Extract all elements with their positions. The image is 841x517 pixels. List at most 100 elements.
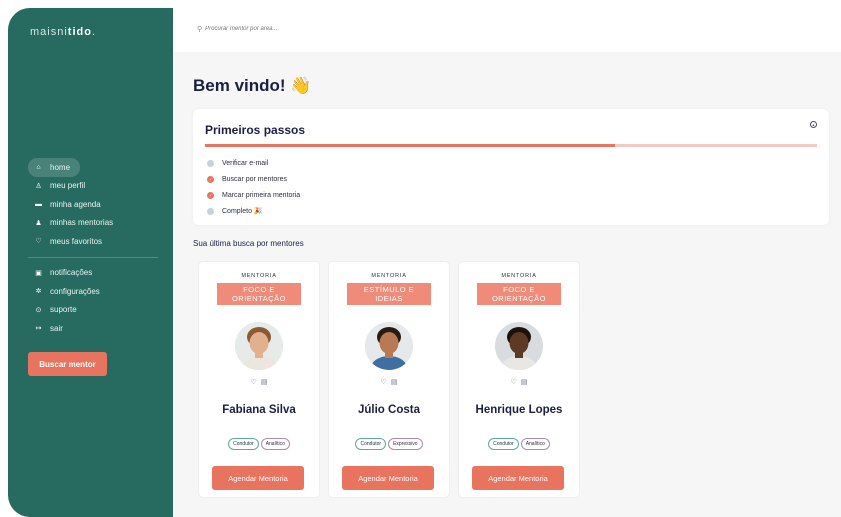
mentorship-tag: ESTÍMULO E IDEIAS bbox=[347, 283, 431, 305]
sidebar-item-meus-favoritos[interactable]: ♡ meus favoritos bbox=[28, 232, 158, 251]
sidebar-divider bbox=[28, 256, 158, 258]
chip: Condutor bbox=[228, 438, 259, 450]
calendar-icon[interactable]: ▤ bbox=[521, 379, 528, 386]
logout-icon: ↦ bbox=[35, 325, 42, 333]
chip: Analítico bbox=[520, 438, 550, 450]
search-icon: ⚲ bbox=[197, 26, 203, 33]
search-bar[interactable]: ⚲ bbox=[197, 25, 346, 33]
step-list: Verificar e-mail ✓ Buscar por mentores ✓ Mar… bbox=[207, 156, 300, 219]
pending-icon bbox=[207, 207, 214, 215]
step-label: Verificar e-mail bbox=[222, 160, 269, 168]
tag-line-1: FOCO E bbox=[503, 285, 535, 294]
profile-chips: Condutor Expressivo bbox=[329, 438, 449, 450]
sidebar-item-label: suporte bbox=[50, 305, 77, 315]
buscar-mentor-button[interactable]: Buscar mentor bbox=[28, 352, 107, 376]
users-icon: ♟ bbox=[35, 219, 42, 227]
step-item: Verificar e-mail bbox=[207, 156, 300, 172]
logo-bold: tido bbox=[67, 26, 92, 38]
heart-icon[interactable]: ♡ bbox=[251, 379, 257, 386]
sidebar-item-home[interactable]: ⌂ home bbox=[28, 158, 80, 177]
step-label: Marcar primeira mentoria bbox=[222, 191, 301, 199]
sidebar-item-minhas-mentorias[interactable]: ♟ minhas mentorias bbox=[28, 214, 158, 233]
sidebar-item-label: configurações bbox=[50, 286, 100, 296]
mentorship-tag: FOCO E ORIENTAÇÃO bbox=[217, 283, 301, 305]
avatar bbox=[495, 322, 543, 370]
check-icon: ✓ bbox=[207, 191, 214, 199]
collapse-icon[interactable]: ▴ bbox=[810, 121, 817, 128]
sidebar-item-meu-perfil[interactable]: ♙ meu perfil bbox=[28, 177, 158, 196]
card-actions: ♡ ▤ bbox=[459, 378, 579, 386]
sidebar-item-sair[interactable]: ↦ sair bbox=[28, 319, 158, 338]
avatar-portrait bbox=[495, 322, 543, 370]
mentor-card[interactable]: MENTORIA FOCO E ORIENTAÇÃO ♡ ▤ Fabiana Silva C… bbox=[198, 261, 320, 498]
sidebar-nav: ⌂ home ♙ meu perfil ▬ minha agenda ♟ minhas men… bbox=[28, 158, 158, 338]
calendar-icon[interactable]: ▤ bbox=[261, 379, 268, 386]
heart-icon: ♡ bbox=[35, 238, 42, 246]
sidebar-item-suporte[interactable]: ⊙ suporte bbox=[28, 301, 158, 320]
sidebar-item-notificações[interactable]: ▣ notificações bbox=[28, 264, 158, 283]
card-actions: ♡ ▤ bbox=[329, 378, 449, 386]
avatar bbox=[365, 322, 413, 370]
heart-icon[interactable]: ♡ bbox=[381, 379, 387, 386]
step-item: Completo 🎉 bbox=[207, 203, 300, 219]
gear-icon: ✲ bbox=[35, 288, 42, 296]
profile-chips: Condutor Analítico bbox=[199, 438, 319, 450]
sidebar-item-label: notificações bbox=[50, 268, 93, 278]
avatar bbox=[235, 322, 283, 370]
page-title: Bem vindo! 👋 bbox=[193, 76, 312, 95]
tag-line-2: ORIENTAÇÃO bbox=[491, 294, 547, 303]
home-icon: ⌂ bbox=[36, 163, 41, 171]
top-bar: ⚲ bbox=[173, 8, 841, 52]
mentor-name: Fabiana Silva bbox=[222, 404, 296, 416]
progress-fill bbox=[205, 144, 616, 147]
mentor-name: Júlio Costa bbox=[358, 404, 420, 416]
chip: Condutor bbox=[488, 438, 519, 450]
mentor-card[interactable]: MENTORIA FOCO E ORIENTAÇÃO ♡ ▤ Henrique Lopes… bbox=[458, 261, 580, 498]
mentor-cards: MENTORIA FOCO E ORIENTAÇÃO ♡ ▤ Fabiana Silva C… bbox=[198, 261, 580, 498]
sidebar-item-minha-agenda[interactable]: ▬ minha agenda bbox=[28, 195, 158, 214]
profile-chips: Condutor Analítico bbox=[459, 438, 579, 450]
agendar-mentoria-button[interactable]: Agendar Mentoria bbox=[342, 466, 434, 490]
avatar-portrait bbox=[365, 322, 413, 370]
calendar-icon: ▬ bbox=[35, 200, 42, 208]
chip: Condutor bbox=[355, 438, 387, 450]
tag-line-2: ORIENTAÇÃO bbox=[231, 294, 287, 303]
progress-bar bbox=[205, 144, 817, 147]
sidebar-item-configurações[interactable]: ✲ configurações bbox=[28, 282, 158, 301]
heart-icon[interactable]: ♡ bbox=[511, 379, 517, 386]
sidebar-item-label: minhas mentorias bbox=[50, 218, 114, 228]
agendar-mentoria-button[interactable]: Agendar Mentoria bbox=[472, 466, 564, 490]
logo-prefix: maisni bbox=[30, 26, 68, 38]
chip: Expressivo bbox=[388, 438, 423, 450]
logo-suffix: . bbox=[91, 26, 97, 38]
step-label: Completo 🎉 bbox=[222, 208, 263, 216]
tag-line-1: FOCO E bbox=[243, 285, 275, 294]
help-icon: ⊙ bbox=[35, 306, 42, 314]
step-item: ✓ Marcar primeira mentoria bbox=[207, 188, 300, 204]
sidebar-item-label: minha agenda bbox=[50, 199, 101, 209]
card-kicker: MENTORIA bbox=[241, 273, 277, 279]
mentor-name: Henrique Lopes bbox=[475, 404, 563, 416]
pending-icon bbox=[207, 160, 214, 168]
main-content: ⚲ Bem vindo! 👋 Primeiros passos ▴ Verifi… bbox=[173, 8, 841, 517]
sidebar-item-label: sair bbox=[50, 323, 63, 333]
mentorship-tag: FOCO E ORIENTAÇÃO bbox=[477, 283, 561, 305]
sidebar-item-label: meus favoritos bbox=[50, 236, 103, 246]
card-actions: ♡ ▤ bbox=[199, 378, 319, 386]
step-label: Buscar por mentores bbox=[222, 176, 287, 184]
logo[interactable]: maisnitido. bbox=[30, 26, 96, 38]
sidebar: maisnitido. ⌂ home ♙ meu perfil ▬ minha agend… bbox=[8, 8, 173, 517]
tag-line-2: IDEIAS bbox=[375, 294, 403, 303]
first-steps-panel: Primeiros passos ▴ Verificar e-mail ✓ Busc… bbox=[193, 109, 829, 225]
bell-icon: ▣ bbox=[35, 269, 42, 277]
mentor-card[interactable]: MENTORIA ESTÍMULO E IDEIAS ♡ ▤ Júlio Costa Con… bbox=[328, 261, 450, 498]
recent-search-title: Sua última busca por mentores bbox=[193, 239, 304, 248]
user-icon: ♙ bbox=[35, 182, 42, 190]
calendar-icon[interactable]: ▤ bbox=[391, 379, 398, 386]
card-kicker: MENTORIA bbox=[501, 273, 537, 279]
avatar-portrait bbox=[235, 322, 283, 370]
check-icon: ✓ bbox=[207, 176, 214, 184]
sidebar-item-label: home bbox=[50, 162, 71, 172]
search-input[interactable] bbox=[205, 26, 346, 32]
agendar-mentoria-button[interactable]: Agendar Mentoria bbox=[212, 466, 304, 490]
